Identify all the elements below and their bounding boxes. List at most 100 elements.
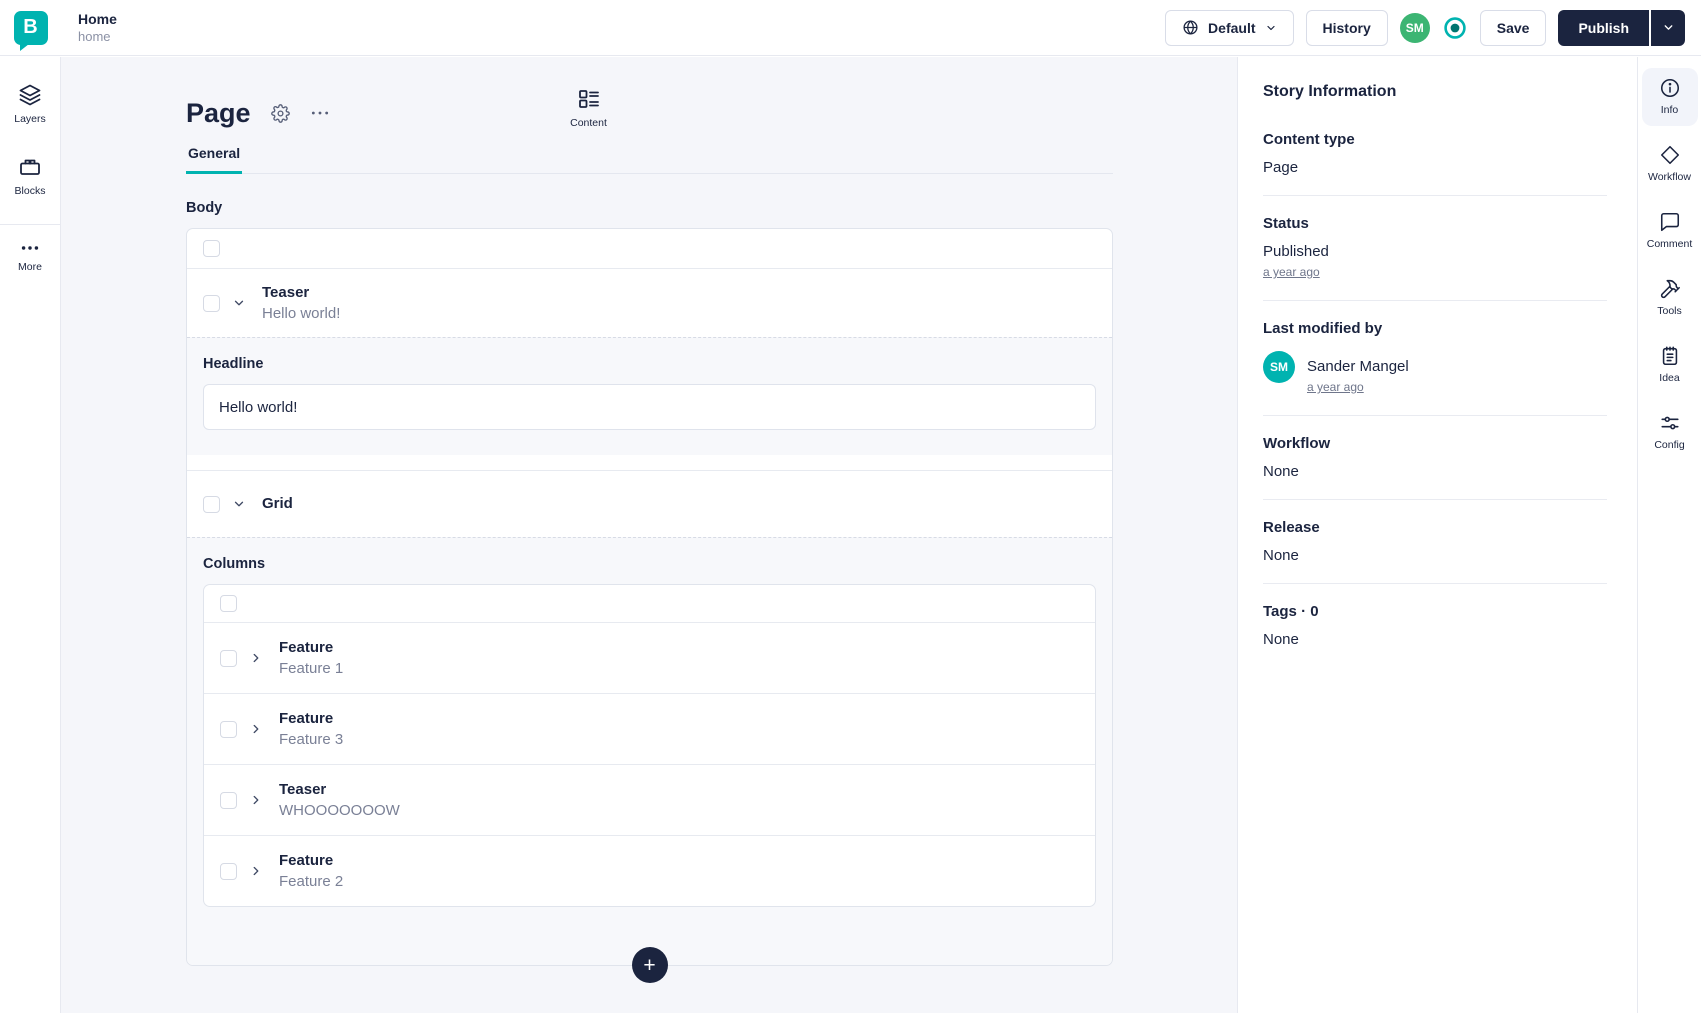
chevron-right-icon[interactable]	[249, 722, 263, 736]
user-avatar-initials: SM	[1405, 20, 1424, 35]
chevron-right-icon[interactable]	[249, 864, 263, 878]
preview-status-icon[interactable]	[1442, 15, 1468, 41]
last-modified-label: Last modified by	[1263, 320, 1383, 337]
topbar-actions: Default History SM Save Publish	[1165, 9, 1701, 46]
rail-item-label: Idea	[1659, 372, 1680, 384]
tags-section: Tags · 0 None	[1263, 603, 1607, 667]
block-title: Grid	[262, 495, 293, 512]
rail-item-comment[interactable]: Comment	[1642, 202, 1698, 260]
select-all-checkbox[interactable]	[220, 595, 237, 612]
tags-value: None	[1263, 631, 1299, 648]
rail-item-label: Workflow	[1648, 171, 1691, 183]
block-titles: Feature Feature 3	[279, 710, 343, 749]
info-icon	[1659, 77, 1681, 99]
block-checkbox[interactable]	[220, 649, 237, 667]
block-checkbox[interactable]	[220, 720, 237, 738]
nav-item-more[interactable]: More	[0, 241, 60, 273]
last-modified-time-link[interactable]: a year ago	[1307, 380, 1364, 394]
rail-item-idea[interactable]: Idea	[1642, 336, 1698, 394]
rail-item-info[interactable]: Info	[1641, 68, 1698, 126]
rail-item-label: Comment	[1646, 238, 1693, 250]
publish-button[interactable]: Publish	[1558, 9, 1649, 46]
body-field-label: Body	[186, 200, 223, 216]
chevron-right-icon[interactable]	[249, 793, 263, 807]
block-checkbox[interactable]	[220, 862, 237, 880]
topbar: B Home home Default History SM Save Publ…	[0, 0, 1701, 56]
section-spacer	[187, 455, 1112, 470]
tags-label: Tags · 0	[1263, 603, 1319, 620]
block-titles: Grid	[262, 495, 293, 513]
select-all-row	[204, 585, 1095, 622]
block-checkbox[interactable]	[203, 495, 220, 513]
language-selector-label: Default	[1208, 19, 1256, 36]
rail-item-label: Config	[1654, 439, 1685, 451]
block-checkbox[interactable]	[203, 294, 220, 312]
publish-options-button[interactable]	[1651, 9, 1685, 46]
rail-item-tools[interactable]: Tools	[1642, 269, 1698, 327]
rail-item-label: Info	[1660, 104, 1679, 116]
panel-title: Story Information	[1263, 83, 1397, 100]
select-all-checkbox[interactable]	[203, 240, 220, 257]
user-avatar[interactable]: SM	[1399, 12, 1430, 43]
nav-item-label: More	[18, 261, 42, 273]
block-row-grid[interactable]: Grid	[187, 470, 1112, 537]
storyblok-logo[interactable]: B	[13, 10, 48, 51]
idea-notepad-icon	[1659, 345, 1681, 367]
block-checkbox[interactable]	[220, 791, 237, 809]
rail-item-label: Tools	[1657, 305, 1682, 317]
status-value: Published	[1263, 243, 1329, 260]
block-row-feature-2[interactable]: Feature Feature 2	[204, 835, 1095, 906]
config-sliders-icon	[1659, 412, 1681, 434]
workflow-section: Workflow None	[1263, 435, 1607, 500]
select-all-row	[187, 229, 1112, 269]
block-title: Feature	[279, 709, 334, 727]
nav-item-label: Content	[570, 117, 607, 129]
add-block-button[interactable]: +	[631, 947, 668, 983]
block-row-teaser[interactable]: Teaser Hello world!	[187, 269, 1112, 337]
rail-item-config[interactable]: Config	[1642, 403, 1698, 461]
workflow-diamond-icon	[1659, 144, 1681, 166]
block-titles: Feature Feature 1	[279, 639, 343, 678]
status-time-link[interactable]: a year ago	[1263, 265, 1320, 279]
tab-general[interactable]: General	[186, 141, 243, 174]
release-label: Release	[1263, 519, 1320, 536]
block-title: Teaser	[262, 283, 310, 301]
teaser-expanded-section: Headline	[187, 337, 1112, 455]
save-button-label: Save	[1496, 19, 1530, 36]
nav-item-layers[interactable]: Layers	[0, 83, 60, 125]
rail-item-workflow[interactable]: Workflow	[1642, 135, 1698, 193]
nav-item-blocks[interactable]: Blocks	[0, 155, 60, 197]
logo-container: B	[0, 10, 61, 51]
headline-field-label: Headline	[203, 356, 264, 372]
tools-hammer-icon	[1659, 278, 1681, 300]
history-button-label: History	[1322, 19, 1371, 36]
headline-input[interactable]	[203, 384, 1096, 430]
chevron-down-icon[interactable]	[232, 296, 246, 310]
left-rail-divider	[0, 224, 60, 225]
user-avatar[interactable]: SM	[1263, 351, 1295, 383]
editor-tabs: General	[186, 141, 1113, 174]
body-blocks-card: Teaser Hello world! Headline Grid Colu	[186, 228, 1113, 983]
release-section: Release None	[1263, 519, 1607, 584]
block-row-feature-3[interactable]: Feature Feature 3	[204, 693, 1095, 764]
story-information-panel: Story Information Content type Page Stat…	[1237, 57, 1637, 1013]
columns-blocks-card: Feature Feature 1 Feature Feature 3 Teas…	[203, 584, 1096, 907]
block-titles: Teaser WHOOOOOOOW	[279, 781, 400, 820]
publish-button-group: Publish	[1558, 9, 1685, 46]
save-button[interactable]: Save	[1479, 9, 1547, 46]
block-subtitle: WHOOOOOOOW	[279, 801, 400, 819]
block-subtitle: Feature 1	[279, 659, 344, 677]
chevron-down-icon[interactable]	[232, 497, 246, 511]
block-row-teaser-whooooooow[interactable]: Teaser WHOOOOOOOW	[204, 764, 1095, 835]
globe-icon	[1182, 19, 1199, 36]
block-subtitle: Feature 3	[279, 730, 344, 748]
nav-item-content[interactable]: Content	[125, 87, 1052, 129]
block-row-feature-1[interactable]: Feature Feature 1	[204, 622, 1095, 693]
chevron-right-icon[interactable]	[249, 651, 263, 665]
block-title: Teaser	[279, 780, 327, 798]
content-icon	[577, 87, 601, 111]
history-button[interactable]: History	[1305, 9, 1388, 46]
editor-area: Page General Body Teaser Hello world! He…	[61, 57, 1237, 1013]
comment-bubble-icon	[1659, 211, 1681, 233]
language-selector-button[interactable]: Default	[1165, 9, 1294, 46]
